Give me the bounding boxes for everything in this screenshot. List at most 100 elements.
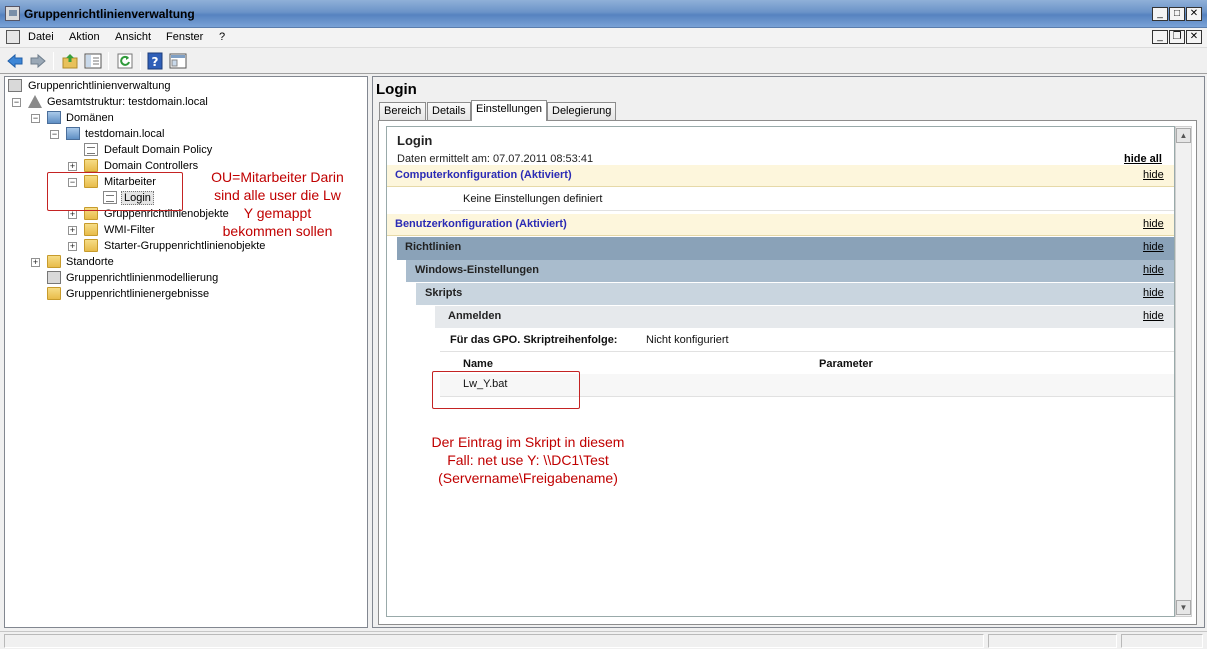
computer-config-section[interactable]: Computerkonfiguration (Aktiviert) hide — [387, 165, 1174, 187]
annotation-line: (Servername\Freigabename) — [438, 470, 618, 486]
collapse-icon[interactable]: − — [31, 114, 40, 123]
help-icon[interactable]: ? — [146, 52, 164, 70]
app-icon — [5, 6, 20, 21]
hide-link[interactable]: hide — [1143, 218, 1164, 230]
status-bar — [0, 631, 1207, 649]
logon-section[interactable]: Anmelden hide — [435, 306, 1174, 328]
refresh-icon[interactable] — [116, 52, 134, 70]
hide-link[interactable]: hide — [1143, 169, 1164, 181]
tree-label: Gruppenrichtlinienmodellierung — [66, 272, 219, 284]
gpmc-icon — [8, 79, 22, 92]
hide-link[interactable]: hide — [1143, 310, 1164, 322]
annotation-line: sind alle user die Lw — [214, 187, 341, 203]
expand-icon[interactable]: + — [68, 210, 77, 219]
user-config-section[interactable]: Benutzerkonfiguration (Aktiviert) hide — [387, 214, 1174, 236]
title-bar[interactable]: Gruppenrichtlinienverwaltung _ □ ✕ — [0, 0, 1207, 28]
windows-settings-section[interactable]: Windows-Einstellungen hide — [406, 260, 1174, 282]
computer-config-content: Keine Einstellungen definiert — [450, 188, 1174, 211]
tree-item-results[interactable]: Gruppenrichtlinienergebnisse — [47, 286, 297, 302]
tree-label: Standorte — [66, 256, 114, 268]
script-highlight-box — [432, 371, 580, 409]
details-title: Login — [376, 81, 417, 98]
menu-fenster[interactable]: Fenster — [166, 31, 203, 43]
folder-icon — [84, 239, 98, 252]
forward-icon[interactable] — [29, 52, 47, 70]
toolbar: ? — [0, 48, 1207, 74]
tree-label: Gruppenrichtlinienverwaltung — [28, 80, 171, 92]
system-menu-icon[interactable] — [6, 30, 20, 44]
up-folder-icon[interactable] — [61, 52, 79, 70]
sites-icon — [47, 255, 61, 268]
scroll-down-icon[interactable]: ▼ — [1176, 600, 1191, 615]
domains-icon — [47, 111, 61, 124]
minimize-button[interactable]: _ — [1152, 7, 1168, 21]
show-tree-icon[interactable] — [84, 52, 102, 70]
hide-all-link[interactable]: hide all — [1124, 153, 1162, 165]
window-title: Gruppenrichtlinienverwaltung — [24, 7, 195, 21]
column-header-name: Name — [463, 358, 493, 370]
expand-icon[interactable]: + — [68, 242, 77, 251]
tree-item-domain[interactable]: − testdomain.local — [48, 126, 348, 142]
close-button[interactable]: ✕ — [1186, 7, 1202, 21]
annotation-line: bekommen sollen — [222, 223, 333, 239]
menu-help[interactable]: ? — [219, 31, 225, 43]
child-close-button[interactable]: ✕ — [1186, 30, 1202, 44]
script-order-row: Für das GPO. Skriptreihenfolge: Nicht ko… — [440, 329, 1174, 352]
hide-link[interactable]: hide — [1143, 287, 1164, 299]
menu-datei[interactable]: Datei — [28, 31, 54, 43]
tab-einstellungen[interactable]: Einstellungen — [471, 100, 548, 121]
tree-item-forest[interactable]: − Gesamtstruktur: testdomain.local — [10, 94, 310, 110]
properties-icon[interactable] — [169, 52, 187, 70]
section-label: Skripts — [425, 287, 463, 299]
modeling-icon — [47, 271, 61, 284]
forest-icon — [28, 95, 42, 108]
gpo-link-icon — [84, 143, 98, 156]
expand-icon[interactable]: + — [68, 226, 77, 235]
menu-bar: Datei Aktion Ansicht Fenster ? _ ❐ ✕ — [0, 28, 1207, 48]
script-annotation: Der Eintrag im Skript in diesem Fall: ne… — [408, 433, 648, 487]
section-label: Richtlinien — [405, 241, 462, 253]
maximize-button[interactable]: □ — [1169, 7, 1185, 21]
status-cell — [4, 634, 984, 648]
expand-icon[interactable]: + — [68, 162, 77, 171]
annotation-line: Fall: net use Y: \\DC1\Test — [447, 452, 609, 468]
child-minimize-button[interactable]: _ — [1152, 30, 1168, 44]
hide-link[interactable]: hide — [1143, 264, 1164, 276]
tree-item-root[interactable]: Gruppenrichtlinienverwaltung — [8, 78, 308, 94]
tree-label: Gruppenrichtlinienergebnisse — [66, 288, 210, 300]
scripts-section[interactable]: Skripts hide — [416, 283, 1174, 305]
tab-bereich[interactable]: Bereich — [379, 102, 427, 120]
toolbar-separator — [108, 52, 109, 70]
back-icon[interactable] — [6, 52, 24, 70]
section-label: Windows-Einstellungen — [415, 264, 539, 276]
status-cell — [1121, 634, 1203, 648]
tab-details[interactable]: Details — [427, 102, 471, 120]
collapse-icon[interactable]: − — [50, 130, 59, 139]
report-title: Login — [397, 133, 433, 148]
tree-item-starter-gpo[interactable]: + Starter-Gruppenrichtlinienobjekte — [66, 238, 316, 254]
scroll-up-icon[interactable]: ▲ — [1176, 128, 1191, 143]
tree-label: Gesamtstruktur: testdomain.local — [47, 96, 208, 108]
tree-item-default-policy[interactable]: Default Domain Policy — [84, 142, 334, 158]
expand-icon[interactable]: + — [31, 258, 40, 267]
menu-ansicht[interactable]: Ansicht — [115, 31, 151, 43]
vertical-scrollbar[interactable]: ▲ ▼ — [1175, 126, 1192, 617]
annotation-line: Y gemappt — [243, 205, 312, 221]
no-settings-text: Keine Einstellungen definiert — [463, 193, 603, 205]
tree-item-domains[interactable]: − Domänen — [29, 110, 329, 126]
collapse-icon[interactable]: − — [12, 98, 21, 107]
hide-link[interactable]: hide — [1143, 241, 1164, 253]
domain-icon — [66, 127, 80, 140]
tree-label: Default Domain Policy — [104, 144, 213, 156]
script-order-label: Für das GPO. Skriptreihenfolge: — [450, 334, 618, 346]
child-restore-button[interactable]: ❐ — [1169, 30, 1185, 44]
tree-label: Starter-Gruppenrichtlinienobjekte — [104, 240, 266, 252]
status-cell — [988, 634, 1117, 648]
tree-item-sites[interactable]: + Standorte — [29, 254, 279, 270]
policies-section[interactable]: Richtlinien hide — [397, 237, 1174, 260]
tab-delegierung[interactable]: Delegierung — [547, 102, 617, 120]
menu-aktion[interactable]: Aktion — [69, 31, 100, 43]
tree-item-modeling[interactable]: Gruppenrichtlinienmodellierung — [47, 270, 297, 286]
annotation-line: OU=Mitarbeiter Darin — [211, 169, 344, 185]
annotation-line: Der Eintrag im Skript in diesem — [431, 434, 625, 450]
